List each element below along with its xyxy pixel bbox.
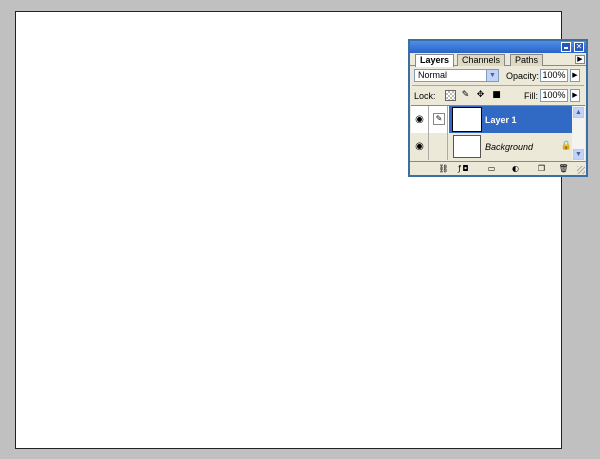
eye-icon[interactable]: ◉ bbox=[411, 133, 429, 160]
opacity-label: Opacity: bbox=[506, 71, 540, 81]
tab-channels[interactable]: Channels bbox=[457, 54, 506, 66]
new-group-icon[interactable]: ▭ bbox=[486, 164, 497, 174]
close-icon[interactable]: ✕ bbox=[574, 42, 584, 52]
scroll-up-icon[interactable]: ▲ bbox=[573, 107, 584, 118]
minimize-icon[interactable] bbox=[561, 42, 571, 52]
chevron-down-icon[interactable]: ▼ bbox=[486, 70, 498, 81]
lock-label: Lock: bbox=[414, 91, 436, 101]
adjustment-layer-icon[interactable]: ◐ bbox=[510, 164, 521, 174]
lock-all-icon[interactable]: ■ bbox=[491, 90, 502, 101]
fill-input[interactable]: 100% bbox=[540, 89, 568, 102]
layer-thumbnail bbox=[452, 107, 482, 132]
layer-row-layer-1[interactable]: ◉ ✎ Layer 1 bbox=[411, 106, 575, 133]
layer-row-background[interactable]: ◉ Background 🔒 bbox=[411, 133, 575, 160]
opacity-input[interactable]: 100% bbox=[540, 69, 568, 82]
lock-position-icon[interactable]: ✥ bbox=[475, 90, 486, 101]
layers-palette: ✕ Layers Channels Paths ▶ Normal ▼ Opaci… bbox=[408, 39, 588, 177]
palette-bottom-toolbar: ⛓ ƒ ◘ ▭ ◐ ❐ 🗑 bbox=[410, 161, 586, 175]
scroll-down-icon[interactable]: ▼ bbox=[573, 149, 584, 160]
link-layers-icon[interactable]: ⛓ bbox=[438, 164, 449, 174]
layers-scrollbar[interactable]: ▲ ▼ bbox=[572, 106, 585, 161]
blend-row: Normal ▼ Opacity: 100% ▶ bbox=[410, 66, 586, 85]
tab-layers[interactable]: Layers bbox=[415, 54, 455, 67]
layer-mask-icon[interactable]: ◘ bbox=[460, 164, 471, 174]
palette-titlebar[interactable]: ✕ bbox=[410, 41, 586, 53]
lock-row: Lock: ✎ ✥ ■ Fill: 100% ▶ bbox=[410, 86, 586, 105]
blend-mode-select[interactable]: Normal ▼ bbox=[414, 69, 499, 82]
palette-tabs: Layers Channels Paths ▶ bbox=[410, 53, 586, 67]
lock-icon: 🔒 bbox=[560, 141, 572, 151]
new-layer-icon[interactable]: ❐ bbox=[536, 164, 547, 174]
layer-name: Layer 1 bbox=[485, 115, 517, 125]
resize-grip[interactable] bbox=[577, 166, 585, 174]
lock-transparent-pixels-icon[interactable] bbox=[445, 90, 456, 101]
layer-thumbnail bbox=[453, 135, 481, 158]
layer-name: Background bbox=[485, 142, 534, 152]
link-cell[interactable] bbox=[430, 133, 448, 160]
eye-icon[interactable]: ◉ bbox=[411, 106, 429, 133]
opacity-slider-arrow-icon[interactable]: ▶ bbox=[570, 69, 580, 82]
palette-menu-arrow-icon[interactable]: ▶ bbox=[575, 55, 585, 64]
blend-mode-value: Normal bbox=[418, 70, 448, 80]
link-cell[interactable]: ✎ bbox=[430, 106, 448, 133]
delete-layer-icon[interactable]: 🗑 bbox=[558, 164, 569, 174]
brush-icon: ✎ bbox=[433, 113, 445, 125]
fill-slider-arrow-icon[interactable]: ▶ bbox=[570, 89, 580, 102]
lock-image-pixels-icon[interactable]: ✎ bbox=[460, 90, 471, 101]
tab-paths[interactable]: Paths bbox=[510, 54, 544, 66]
layers-list: ◉ ✎ Layer 1 ◉ Background 🔒 ▲ ▼ bbox=[411, 105, 585, 161]
fill-label: Fill: bbox=[524, 91, 538, 101]
